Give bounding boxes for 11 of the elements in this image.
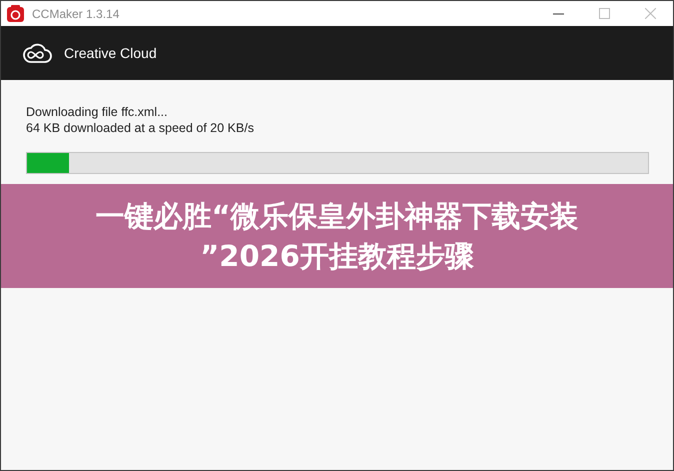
download-status: Downloading file ffc.xml... <box>26 104 168 120</box>
maximize-icon <box>598 8 610 19</box>
app-icon <box>7 5 24 22</box>
close-icon <box>644 8 656 19</box>
app-title: Creative Cloud <box>64 45 157 61</box>
cloud-logo-icon <box>22 42 52 64</box>
window-title: CCMaker 1.3.14 <box>32 6 120 20</box>
download-detail: 64 KB downloaded at a speed of 20 KB/s <box>26 120 255 136</box>
banner-text: ”2026开挂教程步骤 <box>200 238 474 275</box>
minimize-icon <box>552 12 564 14</box>
banner-text: 一键必胜“微乐保皇外卦神器下载安装 <box>95 198 579 235</box>
